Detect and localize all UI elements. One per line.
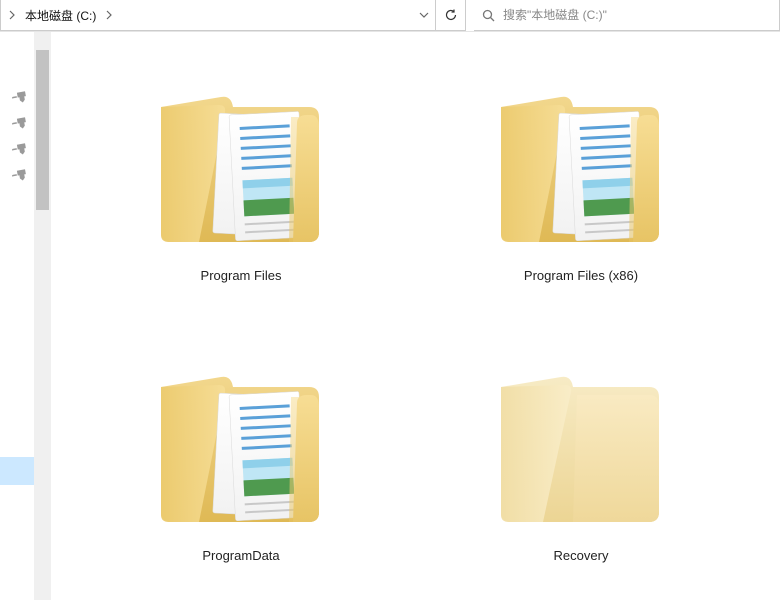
address-bar[interactable]: 本地磁盘 (C:) bbox=[0, 0, 436, 31]
folder-label: Recovery bbox=[554, 548, 609, 563]
folder-item-programdata[interactable]: ProgramData bbox=[81, 342, 401, 600]
address-dropdown-icon[interactable] bbox=[413, 12, 435, 18]
folder-item-program-files[interactable]: Program Files bbox=[81, 62, 401, 342]
scrollbar-thumb[interactable] bbox=[36, 50, 49, 210]
refresh-button[interactable] bbox=[436, 0, 466, 31]
folder-contents[interactable]: Program Files Program Files (x86) Progra… bbox=[51, 32, 780, 600]
refresh-icon bbox=[444, 8, 458, 22]
folder-item-recovery[interactable]: Recovery bbox=[421, 342, 741, 600]
nav-scrollbar[interactable] bbox=[34, 32, 51, 600]
search-bar[interactable] bbox=[474, 0, 780, 31]
quickaccess-pin-icon bbox=[11, 139, 30, 158]
folder-icon bbox=[131, 62, 351, 262]
breadcrumb-current[interactable]: 本地磁盘 (C:) bbox=[17, 7, 104, 24]
quickaccess-pin-icon bbox=[11, 113, 30, 132]
breadcrumb-chevron-icon bbox=[7, 10, 17, 20]
folder-item-program-files-x86[interactable]: Program Files (x86) bbox=[421, 62, 741, 342]
navigation-pane-sliver bbox=[0, 32, 34, 600]
quickaccess-pin-icon bbox=[11, 87, 30, 106]
nav-selection-highlight bbox=[0, 457, 34, 485]
folder-icon bbox=[131, 342, 351, 542]
folder-label: ProgramData bbox=[202, 548, 279, 563]
folder-icon bbox=[471, 342, 691, 542]
folder-label: Program Files (x86) bbox=[524, 268, 638, 283]
search-input[interactable] bbox=[503, 8, 779, 22]
folder-icon bbox=[471, 62, 691, 262]
search-icon bbox=[482, 9, 495, 22]
folder-label: Program Files bbox=[201, 268, 282, 283]
quickaccess-pin-icon bbox=[11, 165, 30, 184]
breadcrumb-chevron-icon bbox=[104, 10, 114, 20]
